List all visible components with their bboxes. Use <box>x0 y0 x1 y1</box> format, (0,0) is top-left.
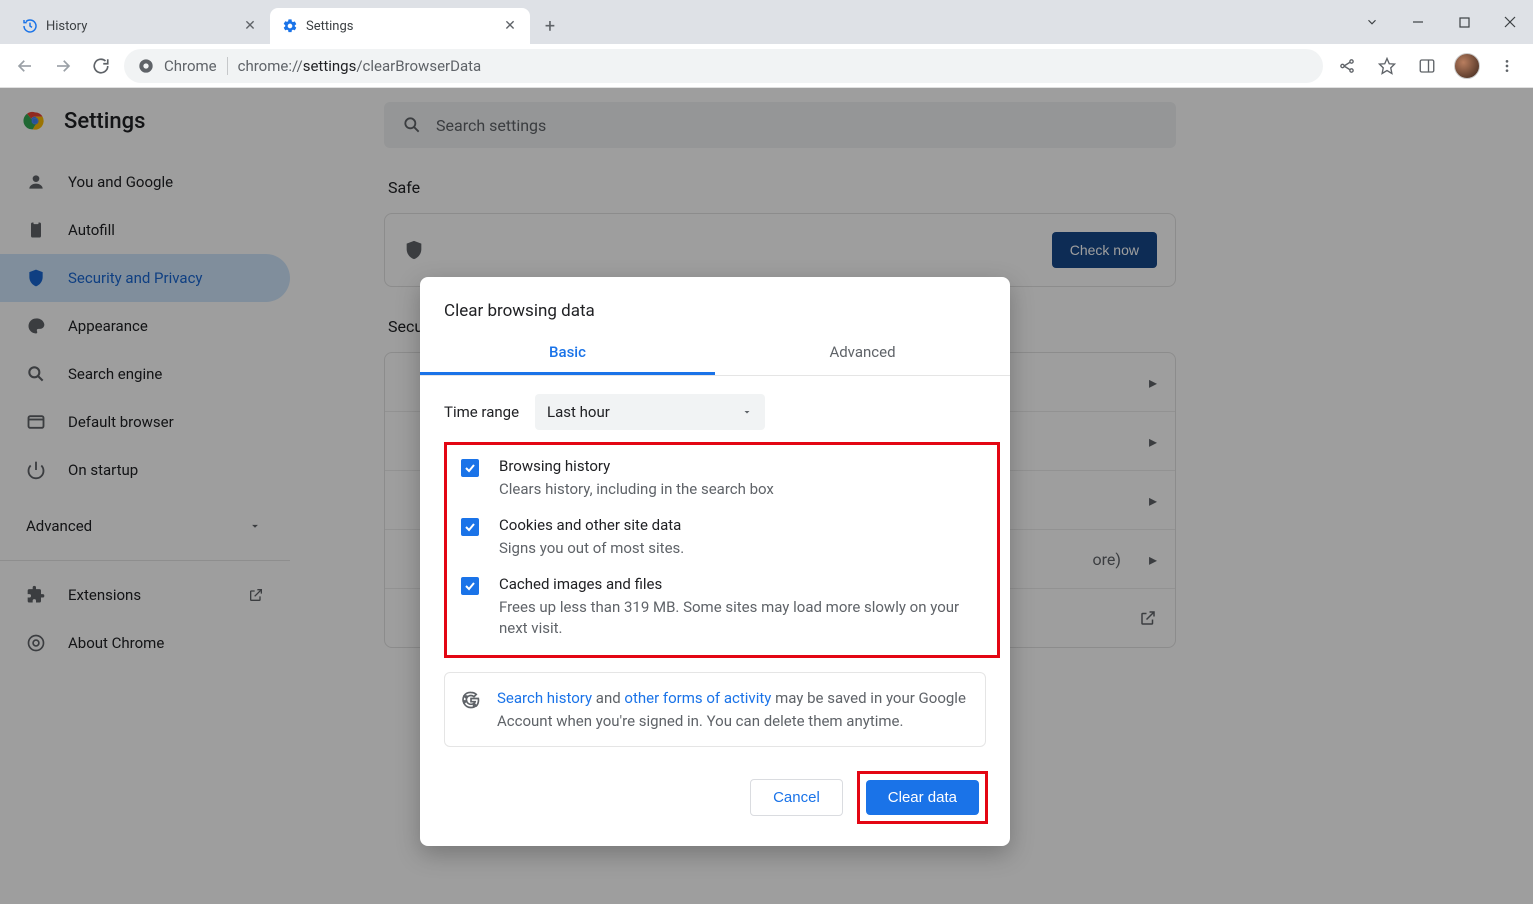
menu-button[interactable] <box>1491 50 1523 82</box>
dialog-tabs: Basic Advanced <box>420 333 1010 375</box>
option-title: Cached images and files <box>499 575 983 593</box>
tab-basic[interactable]: Basic <box>420 333 715 375</box>
tab-history[interactable]: History ✕ <box>10 8 270 44</box>
clear-browsing-data-dialog: Clear browsing data Basic Advanced Time … <box>420 277 1010 846</box>
option-desc: Signs you out of most sites. <box>499 538 684 559</box>
chevron-down-icon <box>741 406 753 418</box>
bookmark-button[interactable] <box>1371 50 1403 82</box>
close-icon[interactable]: ✕ <box>502 18 518 34</box>
option-desc: Clears history, including in the search … <box>499 479 774 500</box>
tab-advanced[interactable]: Advanced <box>715 333 1010 375</box>
history-icon <box>22 18 38 34</box>
close-icon[interactable]: ✕ <box>242 18 258 34</box>
dialog-actions: Cancel Clear data <box>420 747 1010 846</box>
time-range-label: Time range <box>444 403 519 421</box>
reload-button[interactable] <box>86 51 116 81</box>
settings-page: Settings You and Google Autofill Securit… <box>0 88 1533 904</box>
share-button[interactable] <box>1331 50 1363 82</box>
checkbox-checked-icon[interactable] <box>461 577 479 595</box>
google-icon <box>461 690 481 710</box>
info-text: Search history and other forms of activi… <box>497 687 969 732</box>
checkbox-checked-icon[interactable] <box>461 518 479 536</box>
gear-icon <box>282 18 298 34</box>
chrome-page-icon <box>138 58 154 74</box>
time-range-select[interactable]: Last hour <box>535 394 765 430</box>
clear-data-button[interactable]: Clear data <box>866 780 979 815</box>
option-desc: Frees up less than 319 MB. Some sites ma… <box>499 597 983 639</box>
option-browsing-history[interactable]: Browsing history Clears history, includin… <box>447 447 997 506</box>
google-account-info: Search history and other forms of activi… <box>444 672 986 747</box>
checkbox-checked-icon[interactable] <box>461 459 479 477</box>
browser-tab-strip: History ✕ Settings ✕ + <box>0 0 1533 44</box>
url-scheme-label: Chrome <box>164 57 217 75</box>
time-range-row: Time range Last hour <box>420 376 1010 442</box>
highlight-checkboxes: Browsing history Clears history, includin… <box>444 442 1000 658</box>
close-window-button[interactable] <box>1487 0 1533 44</box>
tab-settings[interactable]: Settings ✕ <box>270 8 530 44</box>
forward-button[interactable] <box>48 51 78 81</box>
maximize-button[interactable] <box>1441 0 1487 44</box>
search-tabs-button[interactable] <box>1349 0 1395 44</box>
time-range-value: Last hour <box>547 403 610 421</box>
window-controls <box>1349 0 1533 44</box>
new-tab-button[interactable]: + <box>536 12 564 40</box>
minimize-button[interactable] <box>1395 0 1441 44</box>
browser-toolbar: Chrome chrome://settings/clearBrowserDat… <box>0 44 1533 88</box>
tab-history-title: History <box>46 19 234 34</box>
sidepanel-button[interactable] <box>1411 50 1443 82</box>
option-title: Cookies and other site data <box>499 516 684 534</box>
dialog-title: Clear browsing data <box>420 277 1010 333</box>
url-text: chrome://settings/clearBrowserData <box>238 57 482 75</box>
highlight-clear-button: Clear data <box>857 771 988 824</box>
address-bar[interactable]: Chrome chrome://settings/clearBrowserDat… <box>124 49 1323 83</box>
option-cookies[interactable]: Cookies and other site data Signs you out… <box>447 506 997 565</box>
profile-avatar[interactable] <box>1451 50 1483 82</box>
link-search-history[interactable]: Search history <box>497 689 592 707</box>
link-other-activity[interactable]: other forms of activity <box>624 689 771 707</box>
option-title: Browsing history <box>499 457 774 475</box>
back-button[interactable] <box>10 51 40 81</box>
option-cached-images[interactable]: Cached images and files Frees up less tha… <box>447 565 997 645</box>
cancel-button[interactable]: Cancel <box>750 779 843 816</box>
tab-settings-title: Settings <box>306 19 494 34</box>
separator <box>227 57 228 75</box>
